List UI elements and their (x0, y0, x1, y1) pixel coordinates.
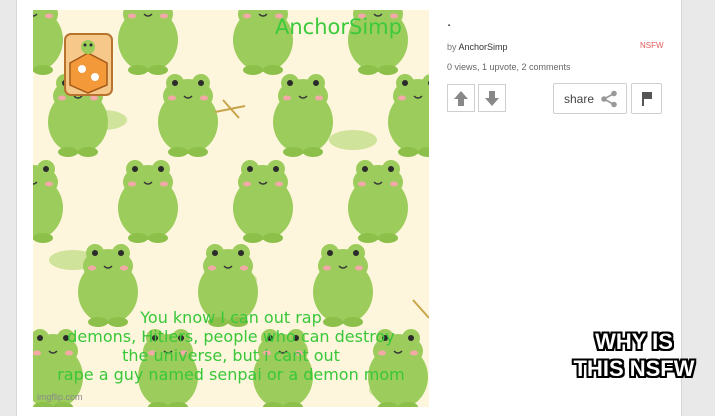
share-icon (601, 90, 617, 108)
meme-image[interactable]: AnchorSimp You know I can out rap demons… (33, 10, 429, 407)
badge-icon (64, 33, 113, 96)
author-link[interactable]: AnchorSimp (459, 42, 508, 52)
caption-line: You know I can out rap (140, 308, 322, 327)
flag-button[interactable] (631, 83, 662, 114)
flag-icon (642, 92, 652, 106)
downvote-button[interactable] (478, 84, 506, 112)
share-label: share (564, 92, 595, 106)
arrow-up-icon (454, 91, 468, 106)
caption-line: the universe, but i cant out (122, 346, 340, 365)
overlay-line: WHY IS (595, 329, 673, 354)
overlay-caption: WHY IS THIS NSFW (549, 328, 715, 382)
arrow-down-icon (485, 91, 499, 106)
upvote-button[interactable] (447, 84, 475, 112)
imgflip-watermark: imgflip.com (37, 392, 83, 402)
nsfw-badge: NSFW (640, 41, 664, 50)
caption-line: demons, Hitlers, people who can destroy (67, 327, 395, 346)
byline-prefix: by (447, 42, 459, 52)
overlay-line: THIS NSFW (573, 356, 695, 381)
post-stats: 0 views, 1 upvote, 2 comments (447, 62, 571, 72)
byline: by AnchorSimp (447, 42, 508, 52)
post-title: . (447, 13, 452, 30)
meme-caption: You know I can out rap demons, Hitlers, … (33, 308, 429, 384)
share-button[interactable]: share (553, 83, 627, 114)
caption-line: rape a guy named senpai or a demon mom (57, 365, 405, 384)
meme-title-text: AnchorSimp (275, 15, 402, 39)
